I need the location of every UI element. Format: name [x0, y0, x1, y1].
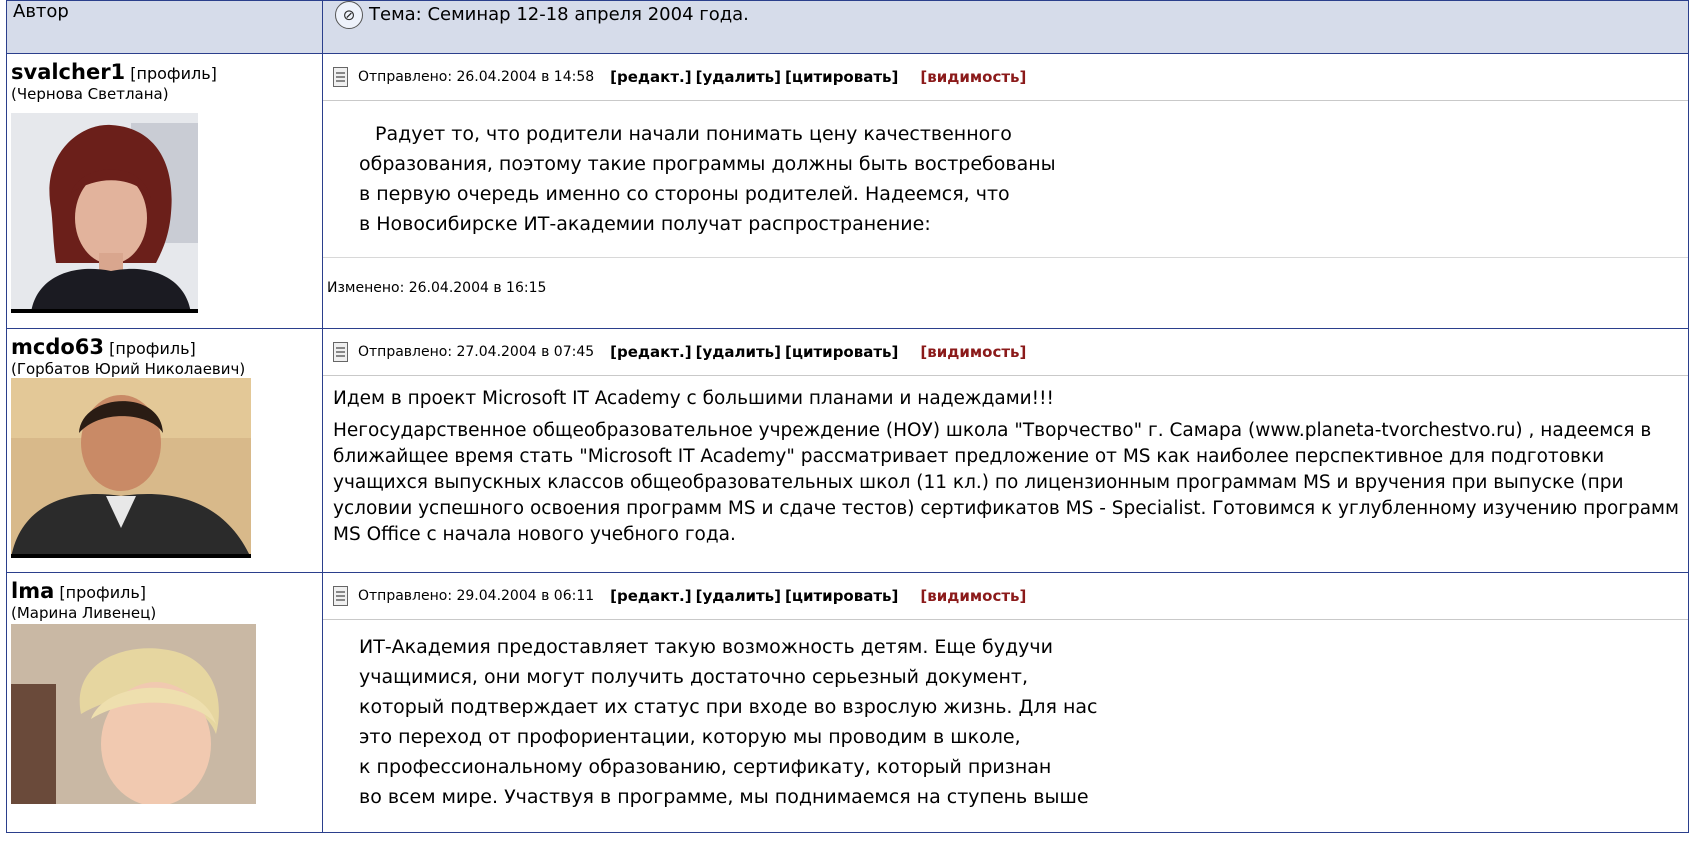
post-body: ИТ-Академия предоставляет такую возможно… — [323, 620, 1688, 812]
post-paragraph: Идем в проект Microsoft IT Academy с бол… — [333, 388, 1054, 409]
post-line: Радует то, что родители начали понимать … — [375, 123, 1012, 145]
post-meta: Отправлено: 27.04.2004 в 07:45 [редакт.]… — [323, 329, 1688, 376]
post-line: образования, поэтому такие программы дол… — [359, 153, 1056, 175]
topic-header: ⊘ Тема: Семинар 12-18 апреля 2004 года. — [322, 0, 1689, 54]
author-username[interactable]: mcdo63 — [11, 335, 104, 359]
avatar-image — [11, 378, 251, 558]
avatar-image — [11, 624, 256, 804]
post-sent-date: Отправлено: 29.04.2004 в 06:11 — [358, 588, 595, 604]
post-cell: Отправлено: 27.04.2004 в 07:45 [редакт.]… — [322, 328, 1689, 573]
message-icon — [333, 67, 348, 87]
profile-link[interactable]: [профиль] — [59, 583, 146, 602]
message-icon — [333, 586, 348, 606]
post-line: в Новосибирске ИТ-академии получат распр… — [359, 213, 931, 235]
visibility-link[interactable]: [видимость] — [920, 587, 1026, 605]
table-header: Автор ⊘ Тема: Семинар 12-18 апреля 2004 г… — [6, 0, 1689, 54]
posts-table: Автор ⊘ Тема: Семинар 12-18 апреля 2004 г… — [6, 0, 1689, 833]
post-body: Идем в проект Microsoft IT Academy с бол… — [323, 376, 1688, 548]
avatar — [11, 378, 251, 558]
author-cell: lma [профиль] (Марина Ливенец) — [6, 572, 323, 833]
author-username[interactable]: svalcher1 — [11, 60, 125, 84]
post-line: учащимися, они могут получить достаточно… — [359, 666, 1028, 688]
post-line: ИТ-Академия предоставляет такую возможно… — [359, 636, 1053, 658]
message-icon — [333, 342, 348, 362]
post-line: в первую очередь именно со стороны родит… — [359, 183, 1010, 205]
post-cell: Отправлено: 26.04.2004 в 14:58 [редакт.]… — [322, 53, 1689, 329]
edit-link[interactable]: [редакт.] — [610, 343, 691, 361]
edit-link[interactable]: [редакт.] — [610, 68, 691, 86]
avatar — [11, 624, 256, 804]
forum-thread: Автор ⊘ Тема: Семинар 12-18 апреля 2004 г… — [0, 0, 1690, 850]
post-body: Радует то, что родители начали понимать … — [323, 101, 1688, 239]
post-sent-date: Отправлено: 27.04.2004 в 07:45 — [358, 344, 595, 360]
delete-link[interactable]: [удалить] — [696, 68, 781, 86]
quote-link[interactable]: [цитировать] — [785, 343, 898, 361]
author-cell: svalcher1 [профиль] (Чернова Светлана) — [6, 53, 323, 329]
avatar — [11, 113, 198, 313]
edited-note: Изменено: 26.04.2004 в 16:15 — [323, 257, 1688, 296]
post-sent-date: Отправлено: 26.04.2004 в 14:58 — [358, 69, 595, 85]
post-meta: Отправлено: 29.04.2004 в 06:11 [редакт.]… — [323, 573, 1688, 620]
delete-link[interactable]: [удалить] — [696, 343, 781, 361]
author-realname: (Горбатов Юрий Николаевич) — [11, 360, 246, 378]
post-row: svalcher1 [профиль] (Чернова Светлана) О… — [6, 53, 1689, 329]
post-meta: Отправлено: 26.04.2004 в 14:58 [редакт.]… — [323, 54, 1688, 101]
post-line: это переход от профориентации, которую м… — [359, 726, 1021, 748]
post-line: который подтверждает их статус при входе… — [359, 696, 1098, 718]
visibility-link[interactable]: [видимость] — [920, 343, 1026, 361]
delete-link[interactable]: [удалить] — [696, 587, 781, 605]
quote-link[interactable]: [цитировать] — [785, 587, 898, 605]
post-paragraph: Негосударственное общеобразовательное уч… — [333, 420, 1679, 545]
post-row: lma [профиль] (Марина Ливенец) Отправлен… — [6, 572, 1689, 833]
post-line: во всем мире. Участвуя в программе, мы п… — [359, 786, 1089, 808]
topic-icon: ⊘ — [335, 1, 363, 29]
profile-link[interactable]: [профиль] — [130, 64, 217, 83]
edit-link[interactable]: [редакт.] — [610, 587, 691, 605]
post-cell: Отправлено: 29.04.2004 в 06:11 [редакт.]… — [322, 572, 1689, 833]
topic-title: Тема: Семинар 12-18 апреля 2004 года. — [369, 4, 749, 25]
profile-link[interactable]: [профиль] — [109, 339, 196, 358]
quote-link[interactable]: [цитировать] — [785, 68, 898, 86]
post-line: к профессиональному образованию, сертифи… — [359, 756, 1052, 778]
post-row: mcdo63 [профиль] (Горбатов Юрий Николаев… — [6, 328, 1689, 573]
author-column-header: Автор — [6, 0, 323, 54]
author-cell: mcdo63 [профиль] (Горбатов Юрий Николаев… — [6, 328, 323, 573]
avatar-image — [11, 113, 198, 313]
author-username[interactable]: lma — [11, 579, 54, 603]
visibility-link[interactable]: [видимость] — [920, 68, 1026, 86]
author-realname: (Марина Ливенец) — [11, 604, 157, 622]
author-realname: (Чернова Светлана) — [11, 85, 169, 103]
